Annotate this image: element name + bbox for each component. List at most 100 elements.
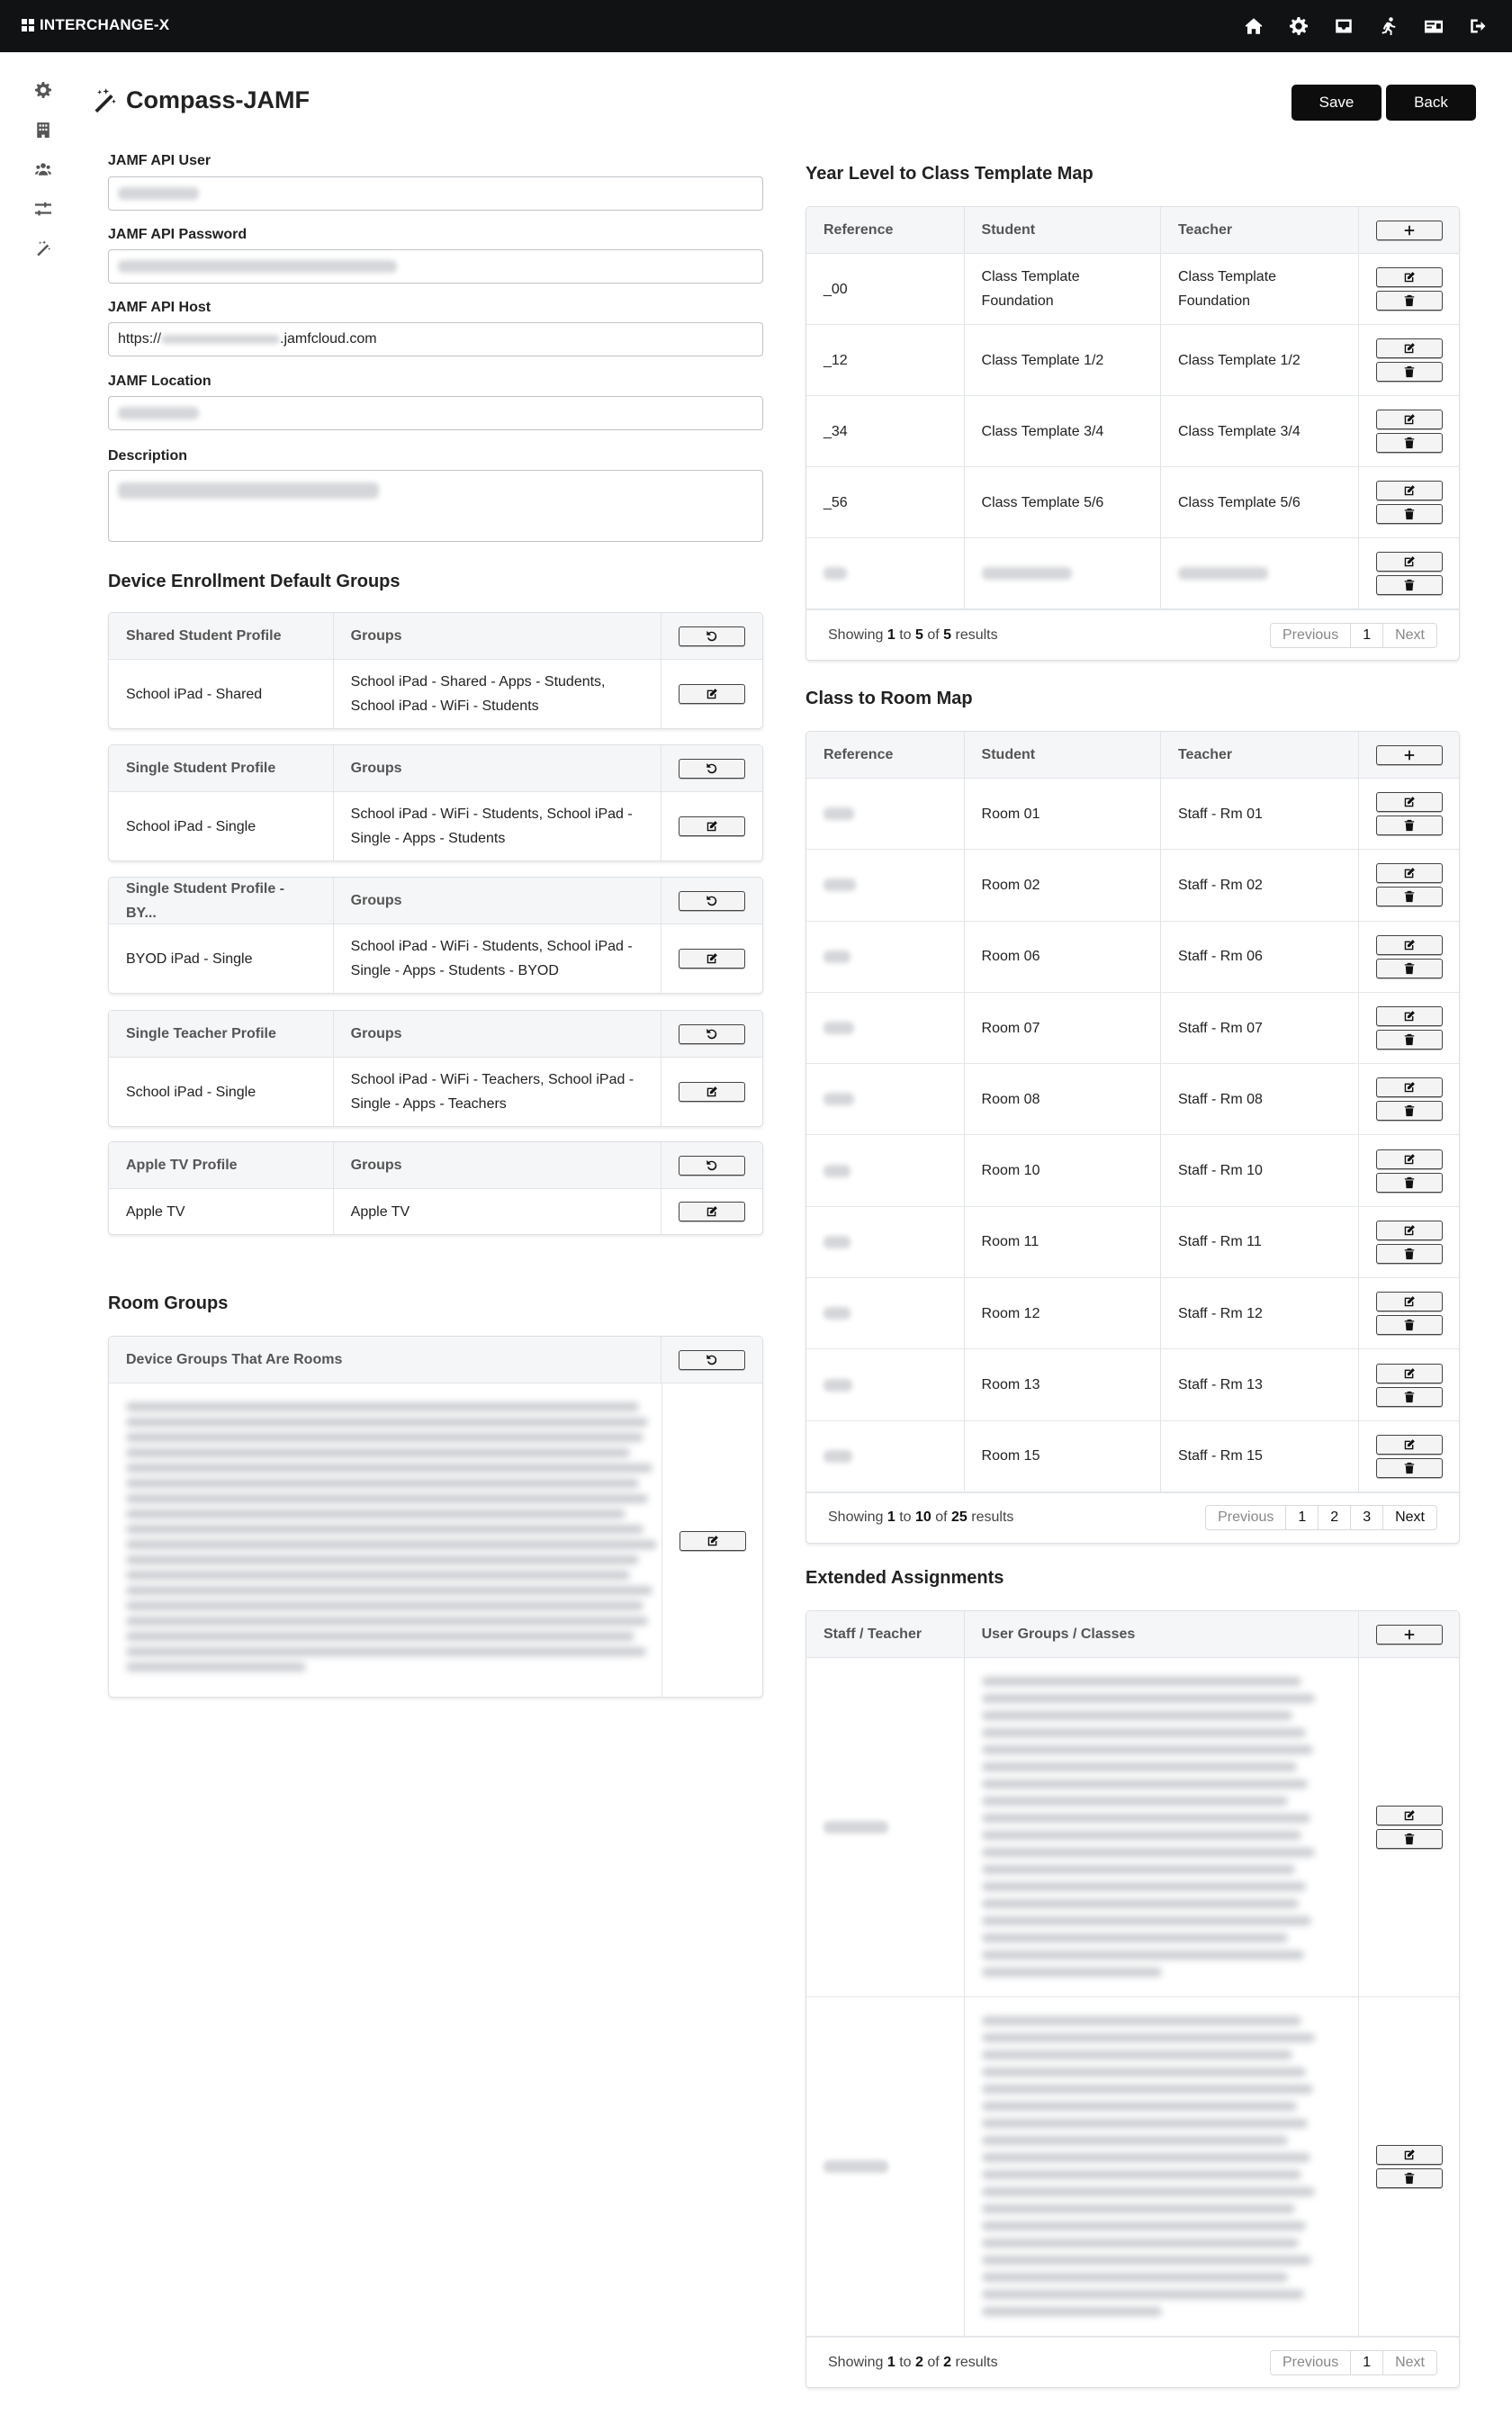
previous-page-button[interactable]: Previous bbox=[1206, 1506, 1287, 1530]
edit-button[interactable] bbox=[1375, 481, 1443, 500]
staff-header: Staff / Teacher bbox=[806, 1611, 965, 1657]
inbox-icon[interactable] bbox=[1321, 13, 1366, 40]
results-summary: Showing 1 to 2 of 2 results bbox=[828, 2354, 998, 2370]
edit-button[interactable] bbox=[1375, 934, 1443, 955]
delete-button[interactable] bbox=[1375, 1030, 1443, 1050]
building-icon[interactable] bbox=[32, 119, 54, 140]
profile-value: School iPad - Single bbox=[109, 792, 334, 861]
edit-button[interactable] bbox=[1375, 2145, 1443, 2165]
delete-button[interactable] bbox=[1375, 291, 1443, 311]
delete-button[interactable] bbox=[1375, 575, 1443, 595]
edit-button[interactable] bbox=[679, 949, 746, 969]
delete-button[interactable] bbox=[1375, 1315, 1443, 1336]
add-button[interactable] bbox=[1375, 744, 1443, 765]
edit-button[interactable] bbox=[1375, 1220, 1443, 1240]
edit-button[interactable] bbox=[1375, 1434, 1443, 1455]
magic-wand-icon[interactable] bbox=[32, 238, 54, 259]
edit-button[interactable] bbox=[1375, 267, 1443, 287]
edit-button[interactable] bbox=[1375, 792, 1443, 813]
users-icon[interactable] bbox=[32, 158, 54, 180]
teacher-cell: Staff - Rm 08 bbox=[1161, 1064, 1360, 1135]
year-level-title: Year Level to Class Template Map bbox=[806, 164, 1094, 184]
reset-button[interactable] bbox=[679, 1155, 746, 1176]
sign-out-icon[interactable] bbox=[1456, 13, 1501, 40]
undo-icon bbox=[706, 1159, 718, 1172]
reset-button[interactable] bbox=[679, 1023, 746, 1044]
delete-button[interactable] bbox=[1375, 887, 1443, 907]
brand-logo[interactable]: INTERCHANGE-X bbox=[22, 16, 169, 34]
back-button[interactable]: Back bbox=[1386, 85, 1476, 121]
table-row: Room 10 Staff - Rm 10 bbox=[806, 1135, 1459, 1207]
edit-button[interactable] bbox=[679, 1082, 746, 1102]
reference-cell bbox=[806, 779, 965, 850]
staff-cell bbox=[806, 1997, 965, 2336]
edit-button[interactable] bbox=[1375, 338, 1443, 358]
delete-button[interactable] bbox=[1375, 1243, 1443, 1264]
delete-button[interactable] bbox=[1375, 958, 1443, 978]
location-input[interactable] bbox=[108, 396, 763, 430]
page-2-button[interactable]: 2 bbox=[1318, 1506, 1352, 1530]
reset-button[interactable] bbox=[679, 1349, 746, 1370]
page-1-button[interactable]: 1 bbox=[1351, 623, 1384, 647]
page-1-button[interactable]: 1 bbox=[1351, 2350, 1384, 2374]
previous-page-button[interactable]: Previous bbox=[1271, 623, 1352, 647]
edit-button[interactable] bbox=[1375, 1006, 1443, 1027]
groups-header: Groups bbox=[334, 1011, 662, 1057]
trash-icon bbox=[1403, 1833, 1416, 1845]
edit-button[interactable] bbox=[1375, 1806, 1443, 1825]
edit-button[interactable] bbox=[1375, 1363, 1443, 1383]
table-row-redacted bbox=[806, 538, 1459, 609]
delete-button[interactable] bbox=[1375, 362, 1443, 382]
page-title: Compass-JAMF bbox=[92, 86, 310, 114]
reference-cell: _12 bbox=[806, 325, 965, 395]
next-page-button[interactable]: Next bbox=[1383, 2351, 1436, 2374]
edit-button[interactable] bbox=[679, 1530, 746, 1551]
delete-button[interactable] bbox=[1375, 1457, 1443, 1478]
reset-button[interactable] bbox=[679, 758, 746, 779]
edit-button[interactable] bbox=[1375, 1077, 1443, 1098]
next-page-button[interactable]: Next bbox=[1383, 624, 1436, 647]
delete-button[interactable] bbox=[1375, 1101, 1443, 1122]
save-button[interactable]: Save bbox=[1292, 85, 1382, 121]
edit-button[interactable] bbox=[1375, 1292, 1443, 1312]
id-card-icon[interactable] bbox=[1411, 13, 1456, 40]
page-1-button[interactable]: 1 bbox=[1286, 1506, 1319, 1530]
profile-label: Single Teacher Profile bbox=[109, 1011, 334, 1057]
delete-button[interactable] bbox=[1375, 1829, 1443, 1849]
delete-button[interactable] bbox=[1375, 504, 1443, 524]
delete-button[interactable] bbox=[1375, 1172, 1443, 1193]
edit-button[interactable] bbox=[679, 1202, 746, 1221]
enrollment-card: Shared Student Profile Groups School iPa… bbox=[108, 612, 763, 729]
page-3-button[interactable]: 3 bbox=[1351, 1506, 1384, 1530]
home-icon[interactable] bbox=[1231, 13, 1276, 40]
api-host-input[interactable]: https:// .jamfcloud.com bbox=[108, 322, 763, 356]
edit-button[interactable] bbox=[1375, 1149, 1443, 1169]
previous-page-button[interactable]: Previous bbox=[1271, 2350, 1352, 2374]
gear-icon[interactable] bbox=[32, 79, 54, 101]
edit-icon bbox=[1403, 867, 1416, 879]
edit-button[interactable] bbox=[679, 684, 746, 704]
delete-button[interactable] bbox=[1375, 2168, 1443, 2188]
teacher-header: Teacher bbox=[1161, 732, 1360, 778]
sidebar bbox=[32, 79, 54, 277]
next-page-button[interactable]: Next bbox=[1383, 1506, 1436, 1529]
add-button[interactable] bbox=[1375, 1624, 1443, 1645]
delete-button[interactable] bbox=[1375, 433, 1443, 453]
edit-button[interactable] bbox=[1375, 552, 1443, 572]
api-password-input[interactable] bbox=[108, 249, 763, 284]
sliders-icon[interactable] bbox=[32, 198, 54, 220]
add-button[interactable] bbox=[1375, 220, 1443, 240]
edit-button[interactable] bbox=[679, 816, 746, 836]
year-level-card: Reference Student Teacher _00 Class Temp… bbox=[806, 206, 1460, 661]
reset-button[interactable] bbox=[679, 890, 746, 911]
reset-button[interactable] bbox=[679, 626, 746, 646]
delete-button[interactable] bbox=[1375, 1386, 1443, 1407]
edit-button[interactable] bbox=[1375, 863, 1443, 884]
delete-button[interactable] bbox=[1375, 816, 1443, 836]
table-row: _56 Class Template 5/6 Class Template 5/… bbox=[806, 467, 1459, 538]
description-textarea[interactable] bbox=[108, 470, 763, 542]
edit-button[interactable] bbox=[1375, 410, 1443, 429]
gear-icon[interactable] bbox=[1276, 13, 1321, 40]
running-icon[interactable] bbox=[1366, 13, 1411, 40]
api-user-input[interactable] bbox=[108, 176, 763, 211]
